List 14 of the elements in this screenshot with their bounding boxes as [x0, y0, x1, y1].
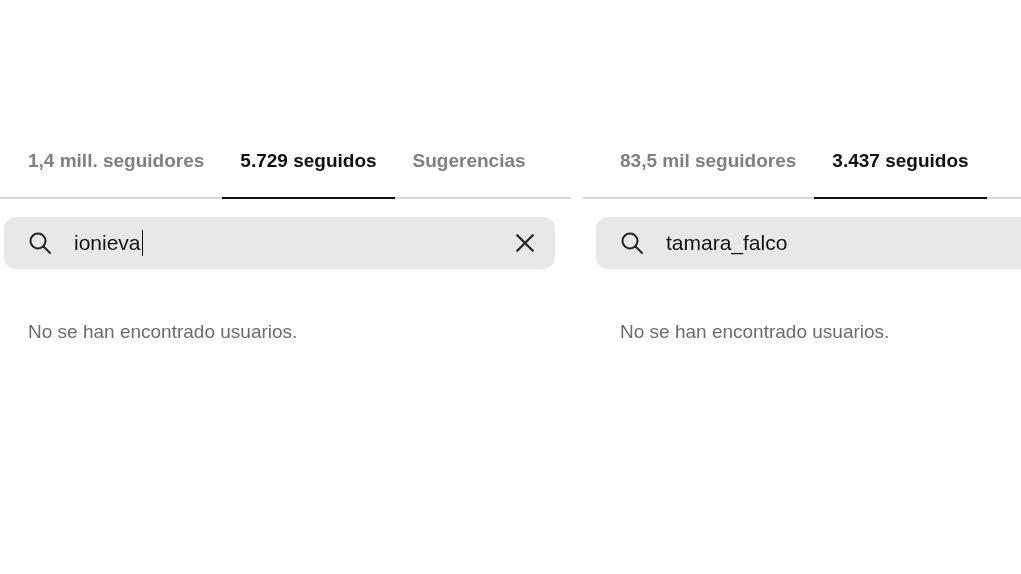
tab[interactable]: Sugerencias — [394, 125, 544, 199]
search-field[interactable]: tamara_falco — [596, 217, 1021, 269]
search-text: tamara_falco — [666, 231, 788, 255]
search-icon — [28, 231, 52, 255]
tab[interactable]: 1,4 mill. seguidores — [10, 125, 223, 199]
tab[interactable]: 3.437 seguidos — [814, 125, 987, 199]
empty-message: No se han encontrado usuarios. — [619, 321, 891, 343]
clear-button[interactable] — [515, 233, 535, 253]
empty-message: No se han encontrado usuarios. — [27, 321, 299, 343]
tab[interactable]: 5.729 seguidos — [222, 125, 395, 199]
search-field[interactable]: ionieva — [4, 217, 555, 269]
search-text: ionieva — [74, 231, 141, 255]
tab[interactable]: 83,5 mil seguidores — [602, 125, 815, 199]
search-icon — [620, 231, 644, 255]
